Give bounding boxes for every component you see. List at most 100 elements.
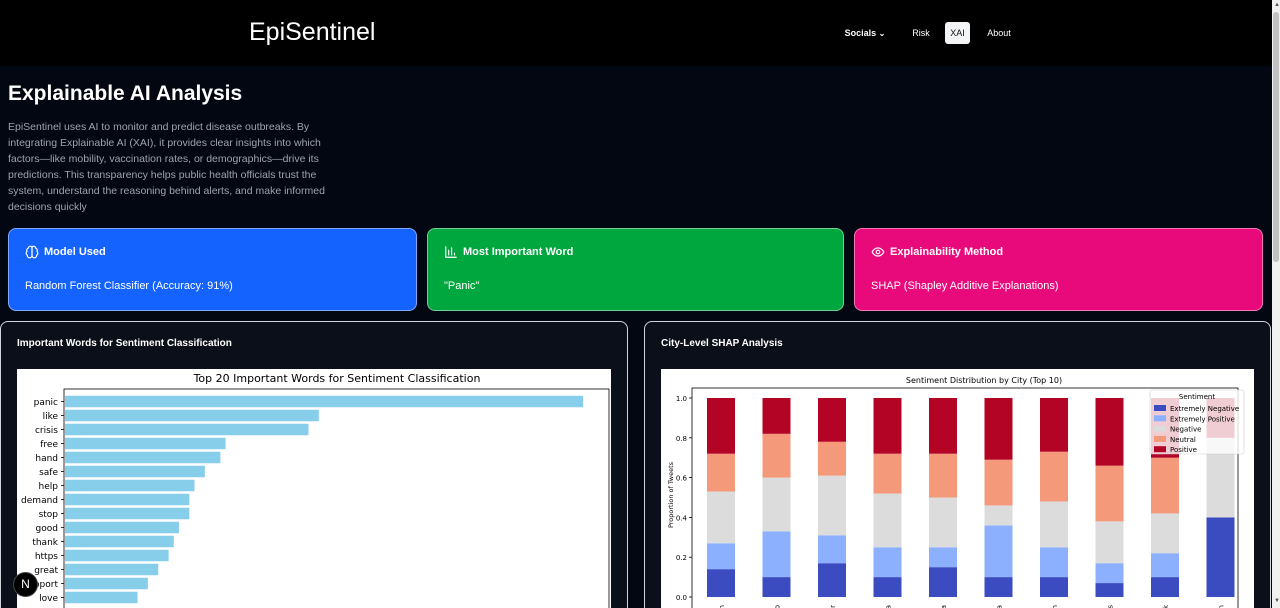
y-tick-label: great [34,566,58,576]
stacked-segment-negative [1040,501,1068,548]
word-importance-svg: Top 20 Important Words for Sentiment Cla… [21,372,610,608]
panel-title: City-Level SHAP Analysis [661,338,783,349]
stacked-segment-negative [1151,513,1179,554]
nav-socials-label: Socials [844,28,877,38]
card-title: Model Used [44,246,106,258]
bar-great [65,563,159,576]
bar-https [65,549,169,562]
stacked-segment-extremely-negative [984,577,1013,597]
legend-label: Negative [1170,426,1201,434]
bar-support [65,577,148,590]
stacked-segment-positive [929,398,957,454]
stacked-segment-positive [762,398,791,434]
y-tick-label: 0.6 [676,475,688,483]
stacked-segment-extremely-positive [1151,553,1179,578]
card-title: Most Important Word [463,246,574,258]
y-tick-label: panic [34,398,58,408]
y-tick-label: 1.0 [676,395,687,403]
legend-label: Extremely Negative [1170,405,1239,413]
stacked-segment-negative [762,477,791,532]
y-tick-label: 0.4 [676,514,688,522]
eye-icon [871,247,885,257]
y-tick-label: love [39,594,58,604]
chart-title: Sentiment Distribution by City (Top 10) [906,376,1062,385]
x-tick-label: rk [1162,604,1170,608]
nav-about-link[interactable]: About [983,22,1015,44]
legend-title: Sentiment [1179,393,1215,401]
stacked-segment-negative [707,491,735,544]
chevron-down-icon: ⌄ [878,29,886,38]
stacked-segment-extremely-positive [984,525,1013,578]
legend-label: Neutral [1170,436,1196,444]
bar-good [65,521,179,534]
stacked-segment-positive [818,398,846,442]
nav-risk-link[interactable]: Risk [908,22,934,44]
stacked-segment-extremely-positive [873,547,902,578]
scroll-down-icon[interactable]: ▼ [1274,598,1280,604]
stacked-segment-extremely-negative [929,567,957,597]
bar-thank [65,535,174,548]
y-tick-label: thank [32,538,58,548]
explainability-method-card: Explainability Method SHAP (Shapley Addi… [854,228,1263,311]
card-value: SHAP (Shapley Additive Explanations) [871,280,1059,292]
card-value: "Panic" [444,280,480,292]
legend-label: Extremely Positive [1170,415,1235,423]
y-axis-label: Proportion of Tweets [667,461,675,528]
bar-like [65,409,319,422]
chart-title: Top 20 Important Words for Sentiment Cla… [193,372,481,385]
stacked-segment-extremely-negative [1151,577,1179,597]
legend-swatch [1154,446,1166,453]
legend-swatch [1154,405,1166,411]
bar-chart-icon [445,246,457,258]
stacked-segment-extremely-negative [707,569,735,597]
stacked-segment-extremely-negative [818,563,846,597]
stacked-segment-extremely-positive [929,547,957,568]
stacked-segment-extremely-positive [762,531,791,578]
stacked-segment-negative [818,475,846,536]
y-tick-label: safe [39,468,58,478]
legend-swatch [1154,425,1166,432]
y-tick-label: help [39,482,59,492]
scrollbar-thumb[interactable] [1273,12,1279,262]
stacked-segment-neutral [873,453,902,494]
stacked-segment-neutral [818,441,846,476]
nav-socials-dropdown[interactable]: Socials ⌄ [843,22,887,44]
bar-hand [65,451,221,464]
stacked-segment-negative [984,505,1013,526]
y-tick-label: free [40,440,58,450]
y-tick-label: crisis [35,426,58,436]
panel-title: Important Words for Sentiment Classifica… [17,338,232,349]
nav-xai-link[interactable]: XAI [945,22,970,44]
stacked-segment-negative [1095,521,1124,564]
stacked-segment-positive [1040,398,1068,452]
stacked-segment-extremely-positive [707,543,735,570]
brand-logo-text[interactable]: EpiSentinel [249,18,375,47]
stacked-segment-extremely-negative [1095,583,1124,597]
y-tick-label: 0.0 [676,594,687,602]
stacked-segment-extremely-negative [762,577,791,597]
y-tick-label: demand [21,496,58,506]
legend-label: Positive [1170,446,1197,454]
y-tick-label: good [36,524,58,534]
stacked-segment-neutral [929,453,957,498]
stacked-segment-positive [707,398,735,454]
card-title: Explainability Method [890,246,1004,258]
city-sentiment-svg: Sentiment Distribution by City (Top 10) 0… [667,376,1245,608]
model-used-card: Model Used Random Forest Classifier (Acc… [8,228,417,311]
city-shap-panel: City-Level SHAP Analysis Sentiment Distr… [644,321,1271,608]
stacked-segment-extremely-negative [1206,517,1235,597]
next-dev-button[interactable]: N [13,572,38,597]
stacked-segment-neutral [707,453,735,492]
y-tick-label: https [35,552,58,562]
bar-safe [65,465,205,478]
scroll-up-icon[interactable]: ▲ [1274,2,1280,8]
x-tick-label: s [1107,605,1115,608]
stacked-segment-neutral [1151,457,1179,514]
bar-free [65,437,226,450]
important-words-panel: Important Words for Sentiment Classifica… [0,321,628,608]
bar-help [65,479,195,492]
bar-demand [65,493,190,506]
bar-love [65,591,138,604]
page-title: Explainable AI Analysis [8,82,243,105]
y-tick-label: 0.8 [676,435,687,443]
